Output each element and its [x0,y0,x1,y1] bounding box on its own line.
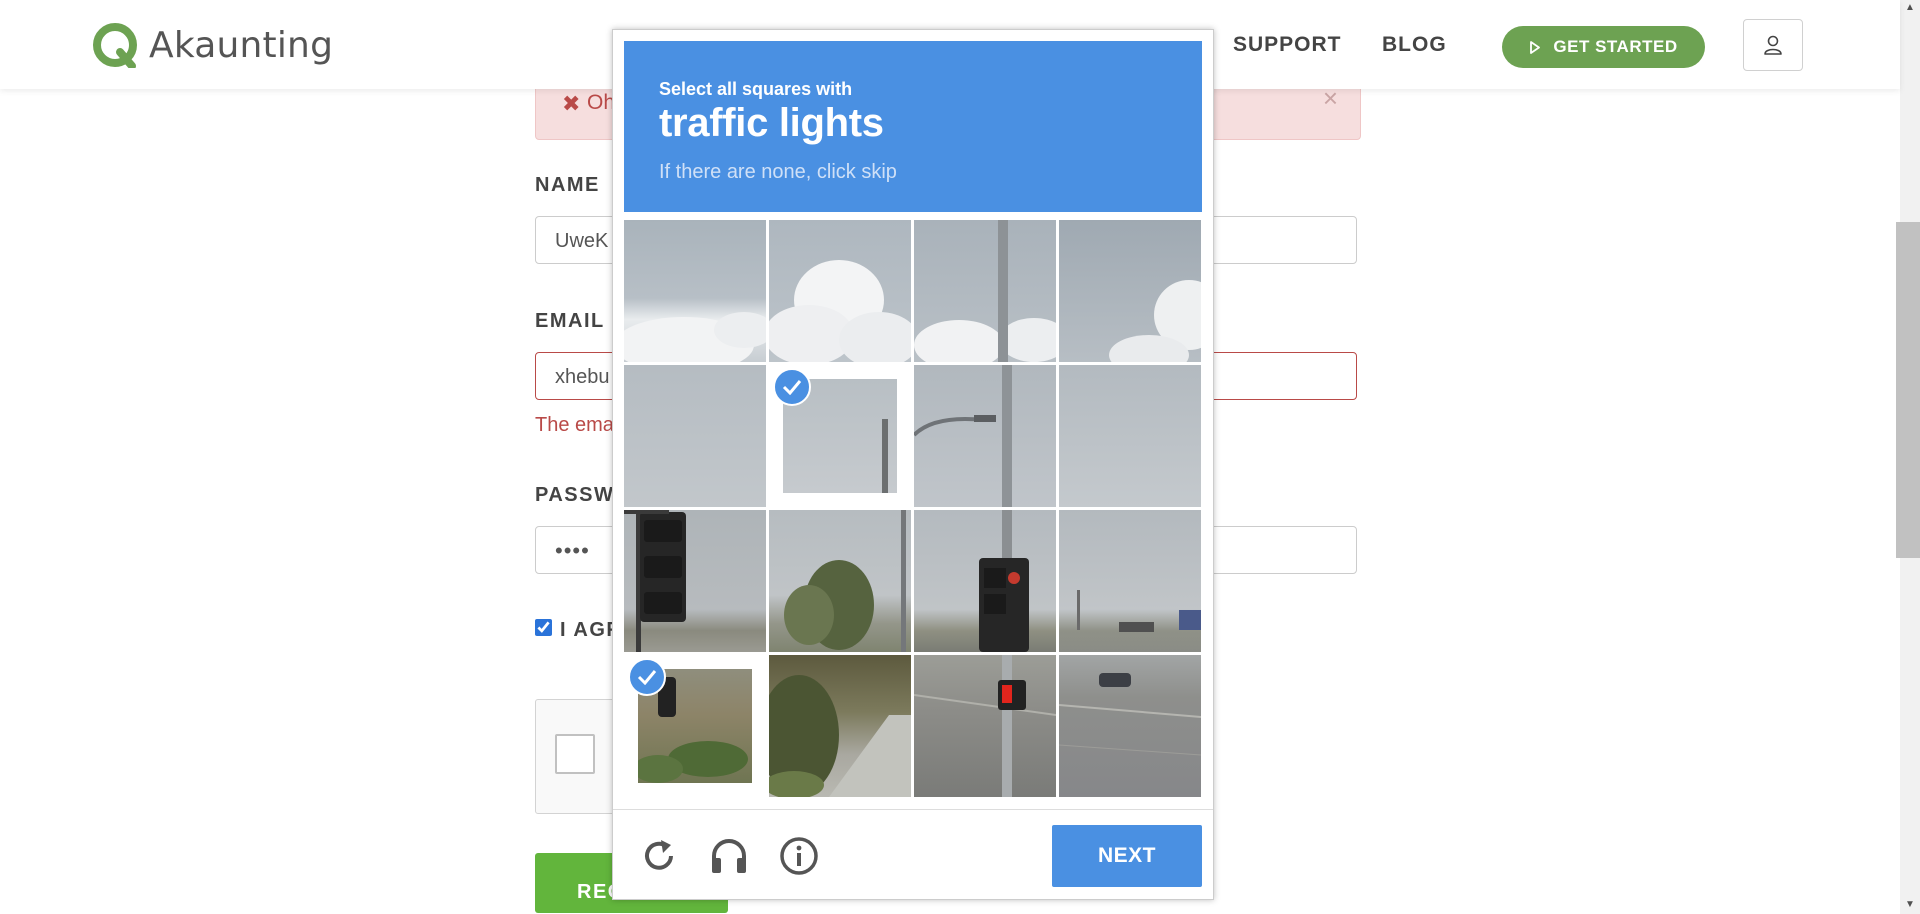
play-icon [1530,40,1541,54]
selected-check-icon [628,658,666,696]
captcha-tile-13-selected[interactable] [624,655,766,797]
captcha-tile-1[interactable] [624,220,766,362]
get-started-button[interactable]: GET STARTED [1502,26,1705,68]
headphones-icon[interactable] [709,836,749,876]
captcha-instruction: Select all squares with [659,79,853,99]
captcha-tile-12[interactable] [1059,510,1201,652]
nav-support[interactable]: SUPPORT [1233,33,1342,57]
akaunting-logo-icon [92,22,138,70]
email-label: EMAIL [535,310,605,332]
captcha-tile-15[interactable] [914,655,1056,797]
scroll-down-arrow[interactable]: ▼ [1904,899,1916,911]
captcha-target: traffic lights [659,101,884,145]
error-x-icon: ✖ [562,91,581,116]
captcha-hint: If there are none, click skip [659,161,897,183]
captcha-tile-16[interactable] [1059,655,1201,797]
captcha-tile-4[interactable] [1059,220,1201,362]
captcha-tile-9[interactable] [624,510,766,652]
user-icon [1764,35,1782,55]
get-started-label: GET STARTED [1553,37,1678,56]
captcha-tile-3[interactable] [914,220,1056,362]
agree-checkbox[interactable] [535,619,552,636]
captcha-header: Select all squares with traffic lights I… [624,41,1202,212]
captcha-tile-11[interactable] [914,510,1056,652]
info-icon[interactable] [779,836,819,876]
recaptcha-checkbox[interactable] [555,734,595,774]
captcha-image-grid [624,220,1202,798]
logo[interactable]: Akaunting [92,22,334,70]
scrollbar-thumb[interactable] [1896,222,1920,558]
captcha-footer: NEXT [613,809,1213,900]
selected-check-icon [773,368,811,406]
captcha-challenge-dialog: Select all squares with traffic lights I… [612,29,1214,900]
captcha-tile-7[interactable] [914,365,1056,507]
brand-name: Akaunting [149,24,334,66]
name-label: NAME [535,174,600,196]
captcha-tile-10[interactable] [769,510,911,652]
captcha-tile-2[interactable] [769,220,911,362]
captcha-tile-14[interactable] [769,655,911,797]
user-account-button[interactable] [1743,19,1803,71]
next-button[interactable]: NEXT [1052,825,1202,887]
scroll-up-arrow[interactable]: ▲ [1904,2,1916,14]
nav-blog[interactable]: BLOG [1382,33,1447,57]
captcha-tile-5[interactable] [624,365,766,507]
alert-text: Oh [587,91,616,114]
email-error-text: The ema [535,414,614,436]
captcha-tile-8[interactable] [1059,365,1201,507]
reload-icon[interactable] [639,836,679,876]
captcha-tile-6-selected[interactable] [769,365,911,507]
